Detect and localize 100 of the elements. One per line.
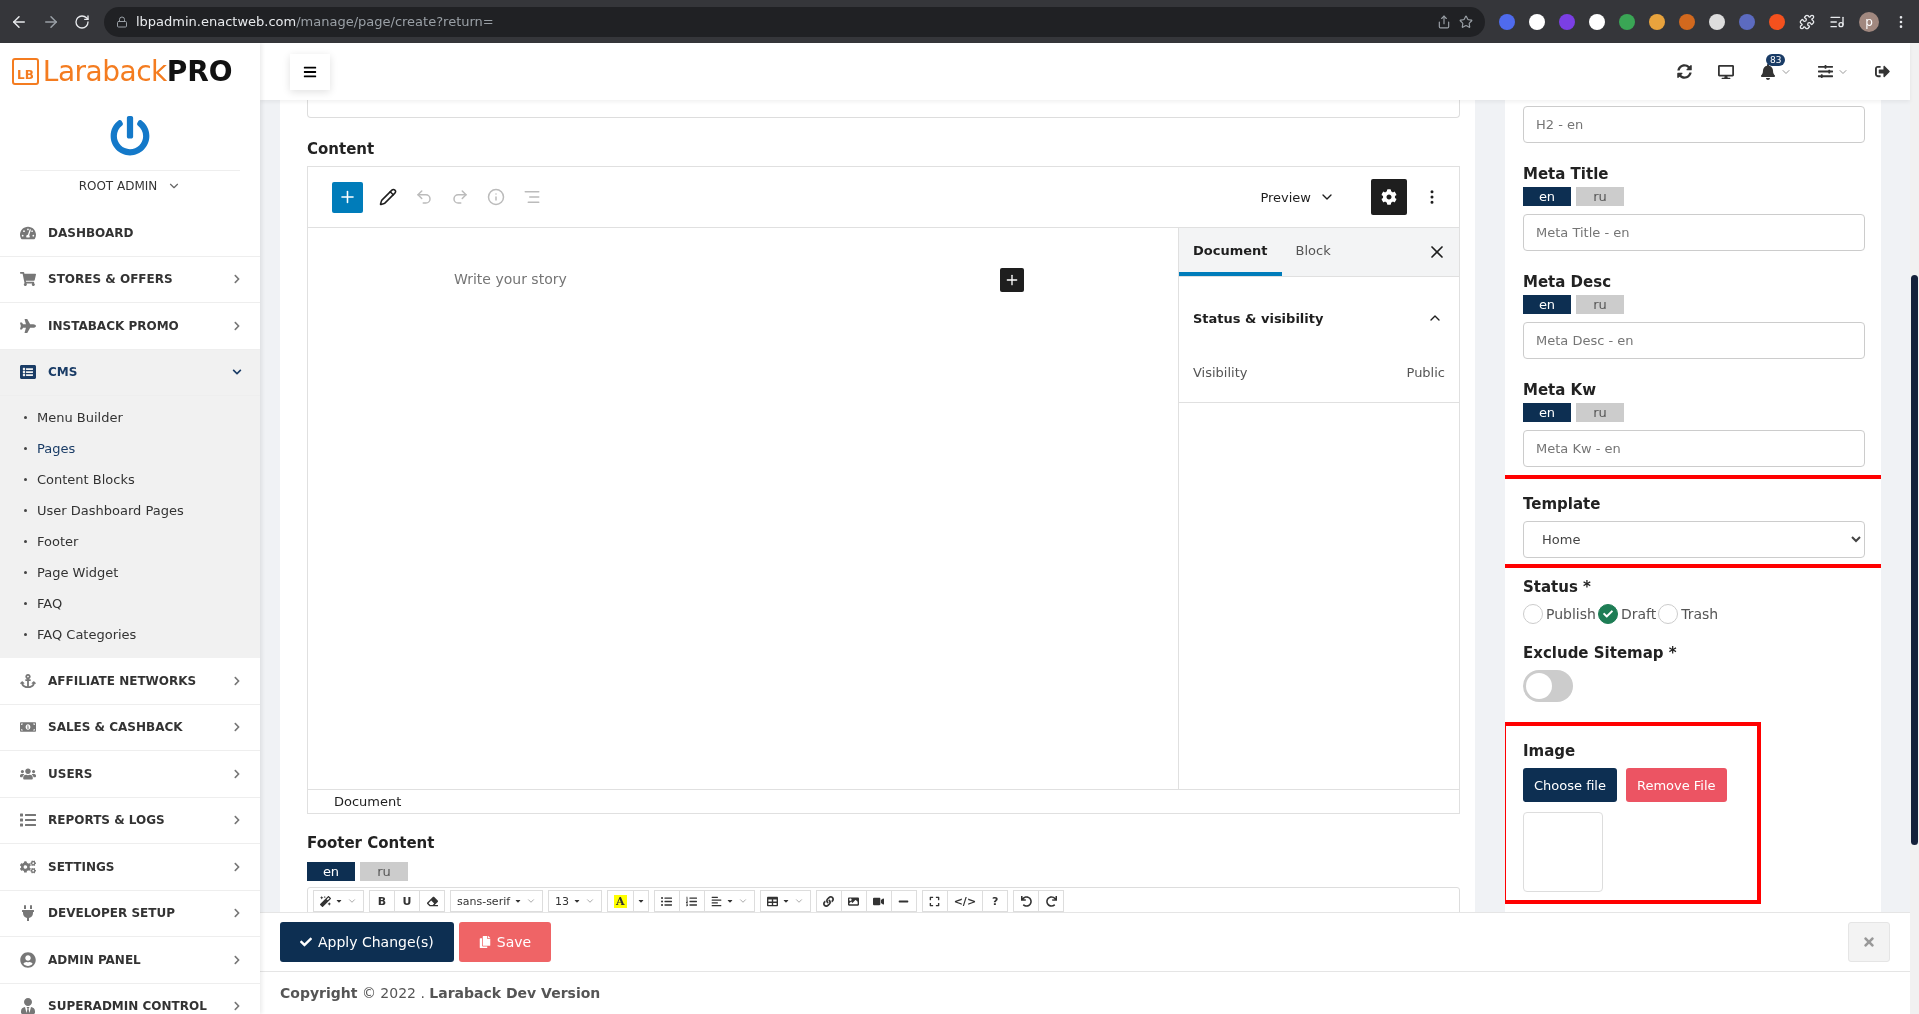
extension-icon[interactable] <box>1709 13 1725 30</box>
numbered-list-icon <box>686 895 698 907</box>
text-field[interactable]: Meta Desc - en <box>1523 322 1865 359</box>
copy-icon <box>478 936 491 948</box>
field-label: Status * <box>1523 578 1592 596</box>
field-label: Image <box>1523 742 1577 760</box>
nav-subitem[interactable]: User Dashboard Pages <box>0 495 260 526</box>
nav-subitem[interactable]: Footer <box>0 526 260 557</box>
language-tab[interactable]: en <box>1523 403 1571 422</box>
caret-icon <box>335 897 343 905</box>
nav-subitem[interactable]: Pages <box>0 433 260 464</box>
toggle-switch[interactable] <box>1523 670 1573 702</box>
puzzle-icon[interactable] <box>1799 13 1815 30</box>
format-button[interactable]: ? <box>982 890 1009 912</box>
input-field[interactable] <box>307 100 1460 118</box>
extension-icon[interactable] <box>1649 13 1665 30</box>
language-tab[interactable]: ru <box>360 862 408 881</box>
text-field[interactable]: Meta Title - en <box>1523 214 1865 251</box>
text-field[interactable]: Meta Kw - en <box>1523 430 1865 467</box>
toolbar-button[interactable] <box>419 890 445 912</box>
text-field[interactable]: H2 - en <box>1523 106 1865 143</box>
radio-label[interactable]: Publish <box>1546 606 1596 622</box>
reload-icon[interactable] <box>74 13 90 30</box>
language-tab[interactable]: ru <box>1576 403 1624 422</box>
address-bar[interactable]: lbpadmin.enactweb.com/manage/page/create?return= <box>104 6 1485 37</box>
field-label: Meta Title <box>1523 165 1610 183</box>
radio-label[interactable]: Trash <box>1681 606 1719 622</box>
add-block-button[interactable] <box>332 181 363 213</box>
extension-icon[interactable] <box>1529 13 1545 30</box>
panel-header[interactable]: Status & visibility <box>1179 277 1459 359</box>
nav-subitem[interactable]: Content Blocks <box>0 464 260 495</box>
sliders-button[interactable] <box>1818 64 1849 79</box>
toolbar-button[interactable] <box>921 890 948 912</box>
star-icon[interactable] <box>1459 14 1473 29</box>
radio-button[interactable] <box>1597 604 1618 624</box>
user-menu[interactable]: ROOT ADMIN <box>20 170 240 194</box>
user-tie-icon <box>20 998 36 1014</box>
pencil-icon[interactable] <box>379 188 397 206</box>
desktop-button[interactable] <box>1718 63 1734 80</box>
toolbar-button[interactable] <box>1038 890 1065 912</box>
nav-subitem[interactable]: FAQ Categories <box>0 619 260 650</box>
toolbar-button[interactable] <box>1013 890 1040 912</box>
nav-subitem[interactable]: Menu Builder <box>0 402 260 433</box>
url-text: lbpadmin.enactweb.com/manage/page/create?return= <box>136 14 494 29</box>
notifications-button[interactable] <box>1760 63 1792 80</box>
toolbar-button[interactable] <box>865 890 892 912</box>
choose-file-button[interactable]: Choose file <box>1523 768 1617 802</box>
scrollbar[interactable] <box>1910 43 1919 1014</box>
toolbar-button[interactable] <box>678 890 705 912</box>
language-tab[interactable]: ru <box>1576 295 1624 314</box>
format-button[interactable]: U <box>394 890 420 912</box>
language-tab[interactable]: en <box>1523 187 1571 206</box>
language-tab[interactable]: en <box>1523 295 1571 314</box>
logo[interactable]: LB LarabackPRO <box>0 43 260 100</box>
share-icon[interactable] <box>1437 14 1451 29</box>
sidebar-tab[interactable]: Block <box>1281 228 1345 276</box>
sliders-icon <box>1818 64 1833 79</box>
radio-label[interactable]: Draft <box>1620 606 1657 622</box>
field-label: Meta Kw <box>1523 381 1598 399</box>
bullet-list-icon <box>661 895 673 907</box>
chevron-down-icon <box>737 896 748 906</box>
caret-icon <box>725 897 734 905</box>
caret-icon <box>573 897 582 905</box>
toolbar-button[interactable] <box>840 890 867 912</box>
refresh-button[interactable] <box>1677 64 1692 79</box>
format-dropdown[interactable]: sans-serif <box>450 890 544 912</box>
color-button[interactable]: A <box>607 890 634 912</box>
plug-icon <box>20 905 36 922</box>
add-block-button[interactable] <box>1000 268 1024 292</box>
setting-value[interactable]: Public <box>1406 365 1445 380</box>
logout-button[interactable] <box>1875 64 1890 79</box>
nav-subitem[interactable]: FAQ <box>0 588 260 619</box>
language-tab[interactable]: en <box>307 862 355 881</box>
chevron-right-icon <box>232 320 242 331</box>
toolbar-dropdown[interactable] <box>313 890 364 912</box>
apply-button[interactable]: Apply Change(s) <box>280 922 454 962</box>
setting-label: Visibility <box>1193 365 1248 380</box>
caret-icon <box>636 897 645 905</box>
language-tab[interactable]: ru <box>1576 187 1624 206</box>
template-select[interactable]: Home <box>1523 521 1865 558</box>
toolbar-button[interactable] <box>815 890 842 912</box>
list-icon <box>20 364 36 381</box>
preview-dropdown[interactable]: Preview <box>1254 188 1341 206</box>
redo-icon <box>1045 895 1057 907</box>
breadcrumb[interactable]: Document <box>334 794 402 809</box>
nav-item[interactable]: CMS <box>0 349 260 396</box>
toolbar-dropdown[interactable] <box>703 890 755 912</box>
toolbar-button[interactable] <box>653 890 680 912</box>
section-label: Footer Content <box>307 834 436 852</box>
check-icon <box>300 936 312 948</box>
format-dropdown[interactable]: 13 <box>548 890 603 912</box>
chevron-right-icon <box>232 768 242 779</box>
toolbar-dropdown[interactable] <box>759 890 811 912</box>
chevron-right-icon <box>232 954 242 965</box>
format-button[interactable]: B <box>369 890 395 912</box>
nav-subitem[interactable]: Page Widget <box>0 557 260 588</box>
menu-button[interactable] <box>290 53 330 90</box>
settings-button[interactable] <box>1371 179 1407 215</box>
sidebar-tab[interactable]: Document <box>1179 228 1282 276</box>
extension-icon[interactable] <box>1589 13 1605 30</box>
